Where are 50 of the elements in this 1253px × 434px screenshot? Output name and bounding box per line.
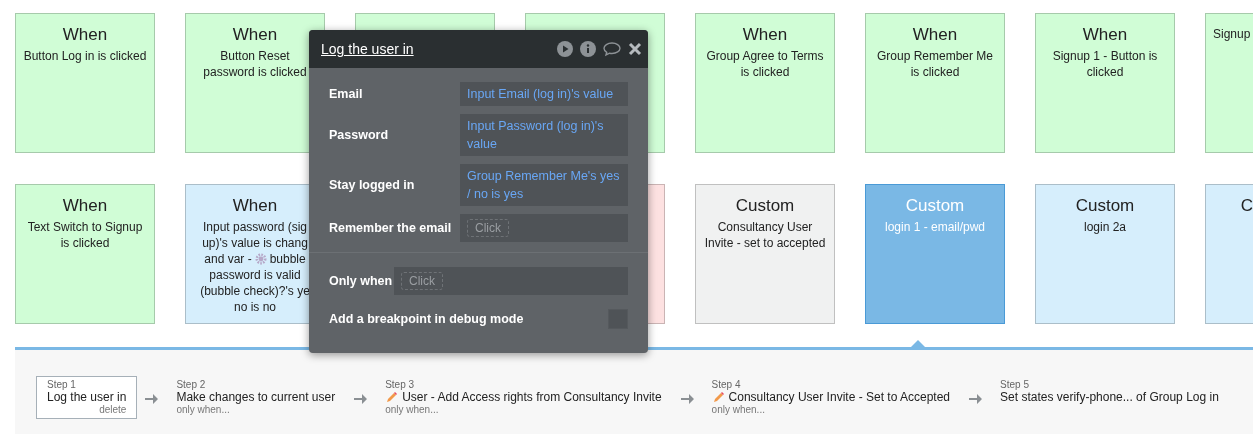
card-title: When: [742, 24, 788, 46]
card-text: bubble: [269, 251, 306, 267]
card-text: up)'s value is chang: [202, 235, 308, 251]
card-text: password is clicked: [203, 64, 307, 80]
card-text: login 1 - email/pwd: [884, 219, 986, 235]
card-text: and var -: [204, 251, 252, 267]
card-title: When: [912, 24, 958, 46]
card-title: When: [62, 195, 108, 217]
card-text: password is valid: [209, 267, 301, 283]
card-text: Signup: [1212, 26, 1252, 42]
step-label: Step 3: [385, 379, 416, 390]
card-text: Invite - set to accepted: [704, 235, 826, 251]
card-title: C: [1239, 195, 1253, 217]
card-title: When: [232, 195, 278, 217]
card-title: When: [1082, 24, 1128, 46]
card-text: Input password (sig: [202, 219, 308, 235]
card-title: When: [62, 24, 108, 46]
card-text: is clicked: [910, 64, 960, 80]
card-text: (bubble check)?'s ye: [200, 283, 310, 299]
step-title: Log the user in: [47, 390, 127, 404]
step-title: Set states verify-phone... of Group Log in: [1000, 390, 1219, 404]
field-label: Email: [329, 87, 363, 101]
card-title: Custom: [1075, 195, 1135, 217]
breakpoint-label: Add a breakpoint in debug mode: [329, 312, 524, 326]
card-text: Button Log in is clicked: [23, 48, 147, 64]
card-text: Button Reset: [220, 48, 290, 64]
card-title: When: [232, 24, 278, 46]
card-text: login 2a: [1083, 219, 1126, 235]
step-label: Step 5: [1000, 379, 1030, 390]
card-title: Custom: [905, 195, 965, 217]
card-text: Text Switch to Signup: [27, 219, 143, 235]
card-text: is clicked: [60, 235, 110, 251]
field-label: Only when: [329, 274, 393, 288]
step-title: Make changes to current user: [176, 390, 336, 404]
field-label: Remember the email: [329, 221, 452, 235]
step-label: Step 4: [711, 379, 742, 390]
card-text: is clicked: [740, 64, 790, 80]
field-label: Stay logged in: [329, 178, 415, 192]
step-label: Step 1: [47, 379, 77, 390]
step-title: Consultancy User Invite - Set to Accepted: [728, 390, 951, 404]
card-text: Group Remember Me: [876, 48, 993, 64]
card-text: Group Agree to Terms: [706, 48, 824, 64]
card-text: clicked: [1086, 64, 1124, 80]
card-text: Signup 1 - Button is: [1052, 48, 1158, 64]
card-text: Consultancy User: [717, 219, 813, 235]
step-title: User - Add Access rights from Consultancy Invite: [402, 390, 662, 404]
step-label: Step 2: [176, 379, 207, 390]
card-text: no is no: [234, 299, 276, 315]
field-label: Password: [329, 128, 389, 142]
card-title: Custom: [735, 195, 795, 217]
